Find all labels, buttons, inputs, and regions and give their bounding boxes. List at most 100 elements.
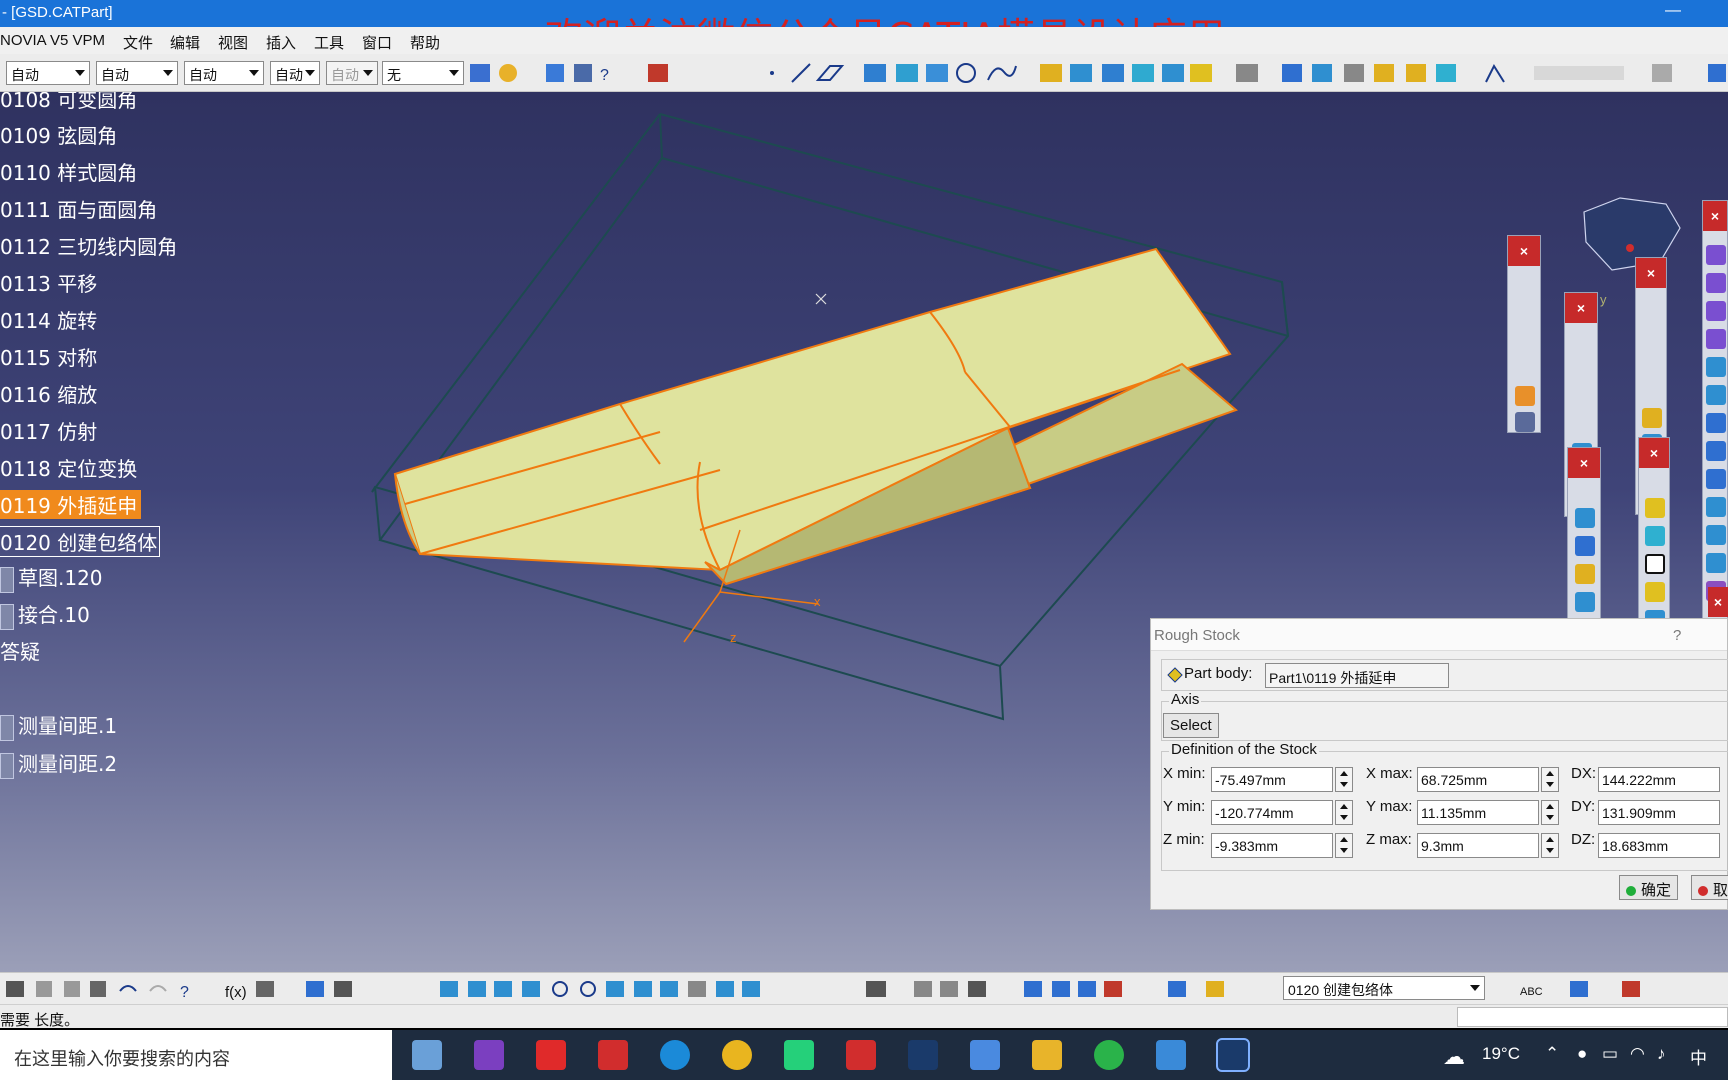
xmin-field[interactable]: -75.497mm (1211, 767, 1333, 792)
tree-item-current[interactable]: 0120 创建包络体 (0, 526, 161, 557)
remove-loft-icon[interactable] (1706, 525, 1726, 545)
extrapolate-icon[interactable] (1645, 498, 1665, 518)
grid-snap-icon[interactable] (1024, 981, 1042, 997)
close-icon[interactable]: × (1508, 236, 1540, 266)
body-icon[interactable] (1052, 981, 1070, 997)
tree-item[interactable]: 0115 对称 (0, 342, 97, 371)
spell-icon[interactable]: ABC (1520, 986, 1543, 998)
catia-icon[interactable] (908, 1040, 938, 1070)
rotate-icon[interactable] (522, 981, 540, 997)
close-icon[interactable]: × (1568, 448, 1600, 478)
tree-item-measure[interactable]: 测量间距.1 (0, 710, 117, 741)
sweep-icon[interactable] (1070, 64, 1092, 82)
tree-item[interactable]: 0111 面与面圆角 (0, 194, 157, 223)
normal-view-icon[interactable] (606, 981, 624, 997)
boundary-icon[interactable] (1645, 582, 1665, 602)
dz-field[interactable]: 18.683mm (1598, 833, 1720, 858)
spline-icon[interactable] (987, 65, 1017, 81)
box-icon[interactable] (1515, 386, 1535, 406)
tree-item[interactable]: 0117 仿射 (0, 416, 97, 445)
curve-icon[interactable] (1622, 981, 1640, 997)
solid-combine-icon[interactable] (1706, 469, 1726, 489)
paste-icon[interactable] (90, 981, 106, 997)
groove-icon[interactable] (1706, 329, 1726, 349)
taskbar-search[interactable]: 在这里输入你要搜索的内容 (0, 1030, 392, 1080)
view-icon[interactable] (1515, 412, 1535, 432)
iso-view-icon[interactable] (660, 981, 678, 997)
tree-item[interactable]: 0114 旋转 (0, 305, 97, 334)
painter-icon[interactable] (470, 64, 490, 82)
dx-field[interactable]: 144.222mm (1598, 767, 1720, 792)
ymax-spinner[interactable] (1541, 800, 1559, 825)
select-axis-button[interactable]: Select (1163, 713, 1219, 738)
undo-icon[interactable] (119, 985, 137, 992)
wifi-icon[interactable]: ◠ (1630, 1044, 1645, 1064)
workbench-icon[interactable] (1708, 64, 1726, 82)
tree-item[interactable]: 0110 样式圆角 (0, 157, 137, 186)
cube-icon[interactable] (1570, 981, 1588, 997)
catia-active-icon[interactable] (1216, 1038, 1250, 1072)
measure-icon[interactable] (1236, 64, 1258, 82)
healing-icon[interactable] (1312, 64, 1332, 82)
redo-icon[interactable] (149, 985, 167, 992)
tree-item[interactable]: 0108 可变圆角 (0, 92, 137, 113)
cut-icon[interactable] (36, 981, 52, 997)
tree-item-join[interactable]: 接合.10 (0, 599, 90, 630)
tray-chevron-icon[interactable]: ⌃ (1545, 1044, 1559, 1064)
tree-item[interactable]: 0109 弦圆角 (0, 120, 117, 149)
menu-window[interactable]: 窗口 (362, 32, 392, 53)
xmin-spinner[interactable] (1335, 767, 1353, 792)
camera-icon[interactable] (866, 981, 886, 997)
loft-icon[interactable] (1132, 64, 1154, 82)
edge-icon[interactable] (660, 1040, 690, 1070)
chrome-icon[interactable] (722, 1040, 752, 1070)
zmin-spinner[interactable] (1335, 833, 1353, 858)
law-icon[interactable] (1485, 63, 1505, 83)
fit-all-icon[interactable] (468, 981, 486, 997)
extrude-icon[interactable] (864, 64, 886, 82)
tree-item[interactable]: 0118 定位变换 (0, 453, 137, 482)
hand-icon[interactable] (940, 981, 958, 997)
onenote-icon[interactable] (474, 1040, 504, 1070)
ymin-spinner[interactable] (1335, 800, 1353, 825)
loft-solid-icon[interactable] (1706, 497, 1726, 517)
pycharm-icon[interactable] (784, 1040, 814, 1070)
ymin-field[interactable]: -120.774mm (1211, 800, 1333, 825)
tree-item[interactable]: 答疑 (0, 636, 40, 665)
help-button[interactable]: ? (1673, 627, 1681, 644)
pan-icon[interactable] (494, 981, 512, 997)
grid-icon[interactable] (574, 64, 592, 82)
part-body-field[interactable]: Part1\0119 外插延申 (1265, 663, 1449, 688)
translate-icon[interactable] (1575, 508, 1595, 528)
menu-file[interactable]: 文件 (123, 32, 153, 53)
point-icon[interactable] (770, 71, 774, 75)
command-input[interactable] (1457, 1007, 1728, 1027)
pad-icon[interactable] (1706, 245, 1726, 265)
tree-item-selected[interactable]: 0119 外插延申 (0, 490, 142, 519)
ymax-field[interactable]: 11.135mm (1417, 800, 1539, 825)
solid-icon[interactable] (1652, 64, 1672, 82)
menu-view[interactable]: 视图 (218, 32, 248, 53)
catalog-icon[interactable] (648, 64, 668, 82)
youdao-icon[interactable] (598, 1040, 628, 1070)
blend-icon[interactable] (1162, 64, 1184, 82)
thick-icon[interactable] (1706, 553, 1726, 573)
menu-insert[interactable]: 插入 (266, 32, 296, 53)
hide-show-icon[interactable] (716, 981, 734, 997)
scale-icon[interactable] (1575, 592, 1595, 612)
circle-icon[interactable] (956, 63, 976, 83)
menu-help[interactable]: 帮助 (410, 32, 440, 53)
trim-icon[interactable] (1645, 554, 1665, 574)
axis-system-icon[interactable] (1406, 64, 1426, 82)
ok-button[interactable]: 确定 (1619, 875, 1679, 900)
axis-icon[interactable] (968, 981, 986, 997)
symmetry-icon[interactable] (1575, 564, 1595, 584)
tree-icon[interactable] (334, 981, 352, 997)
zmax-field[interactable]: 9.3mm (1417, 833, 1539, 858)
extrapolate-icon[interactable] (1374, 64, 1394, 82)
hole-icon[interactable] (1706, 357, 1726, 377)
tree-item-sketch[interactable]: 草图.120 (0, 562, 103, 593)
stiffener-icon[interactable] (1706, 441, 1726, 461)
folder-icon[interactable] (1032, 1040, 1062, 1070)
untrim-icon[interactable] (1344, 64, 1364, 82)
